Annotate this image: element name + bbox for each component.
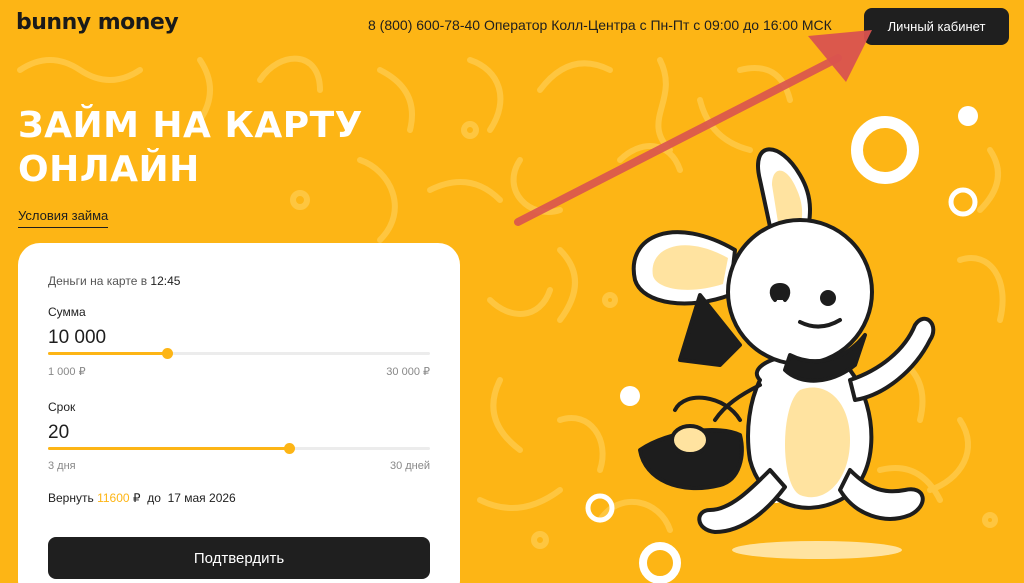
personal-account-button[interactable]: Личный кабинет — [864, 8, 1009, 45]
amount-min-label: 1 000 ₽ — [48, 366, 86, 378]
repay-label: Вернуть — [48, 491, 94, 505]
amount-slider-thumb[interactable] — [161, 348, 173, 359]
deco-ring — [585, 493, 615, 523]
deco-ring — [639, 542, 681, 583]
call-center-info[interactable]: 8 (800) 600-78-40 Оператор Колл-Центра с… — [368, 17, 832, 33]
term-input[interactable]: 20 — [48, 422, 69, 444]
amount-label: Сумма — [48, 305, 86, 319]
term-label: Срок — [48, 400, 76, 414]
money-on-card-info: Деньги на карте в 12:45 — [48, 274, 180, 288]
loan-calculator-card: Деньги на карте в 12:45 Сумма 10 000 1 0… — [18, 243, 460, 583]
loan-terms-link[interactable]: Условия займа — [18, 208, 109, 228]
money-on-card-time: 12:45 — [150, 274, 181, 288]
deco-dot — [620, 386, 640, 406]
deco-dot — [958, 106, 978, 126]
money-on-card-label: Деньги на карте в — [48, 274, 148, 288]
site-header: bunny money 8 (800) 600-78-40 Оператор К… — [0, 0, 1024, 56]
repayment-summary: Вернуть 11600 ₽ до 17 мая 2026 — [48, 491, 236, 505]
amount-slider-fill — [48, 352, 167, 355]
amount-input[interactable]: 10 000 — [48, 327, 106, 349]
term-slider-thumb[interactable] — [283, 443, 295, 454]
repay-date: 17 мая 2026 — [167, 491, 236, 505]
repay-currency: ₽ — [132, 491, 141, 505]
page-title-line-2: ОНЛАЙН — [18, 149, 200, 190]
page-title-line-1: ЗАЙМ НА КАРТУ — [18, 105, 363, 146]
amount-slider[interactable] — [48, 348, 430, 359]
ground-shadow — [732, 541, 902, 559]
term-max-label: 30 дней — [389, 460, 430, 472]
term-slider[interactable] — [48, 443, 430, 454]
term-min-label: 3 дня — [48, 460, 76, 472]
deco-ring — [948, 187, 978, 217]
repay-amount: 11600 — [97, 491, 130, 505]
confirm-button[interactable]: Подтвердить — [48, 537, 430, 579]
term-slider-fill — [48, 447, 289, 450]
repay-until-label: до — [147, 491, 161, 505]
amount-max-label: 30 000 ₽ — [386, 366, 430, 378]
deco-ring — [851, 116, 919, 184]
brand-logo[interactable]: bunny money — [16, 10, 179, 35]
page-title: ЗАЙМ НА КАРТУ ОНЛАЙН — [18, 104, 363, 192]
bunny-mascot-illustration — [585, 106, 978, 583]
